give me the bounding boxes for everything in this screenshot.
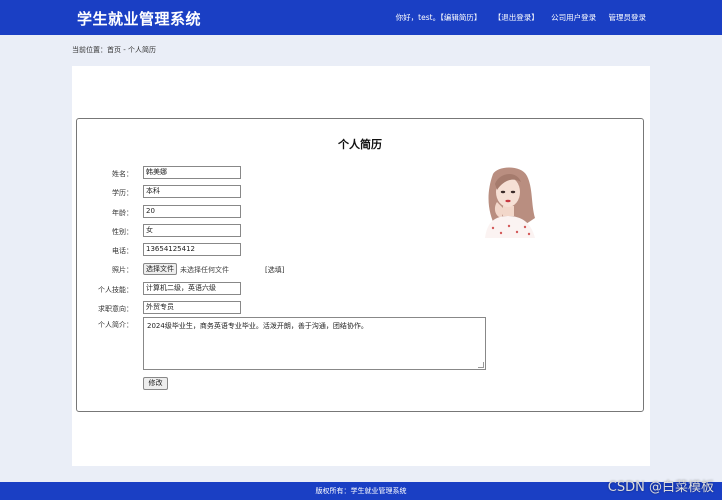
top-nav: 你好，test。【编辑简历】 【退出登录】 公司用户登录 管理员登录	[396, 12, 646, 23]
phone-input[interactable]: 13654125412	[143, 243, 241, 256]
age-label: 年龄：	[112, 209, 133, 217]
nav-admin-login-link[interactable]: 管理员登录	[609, 13, 647, 22]
form-title: 个人简历	[338, 138, 382, 151]
gender-label: 性别：	[112, 228, 133, 236]
top-header: 学生就业管理系统 你好，test。【编辑简历】 【退出登录】 公司用户登录 管理…	[0, 0, 722, 35]
avatar-photo	[485, 167, 535, 238]
choose-file-button[interactable]: 选择文件	[143, 263, 177, 275]
greeting-text: 你好，test。	[395, 13, 441, 22]
intro-textarea[interactable]: 2024级毕业生，商务英语专业毕业。活泼开朗，善于沟通，团结协作。	[143, 317, 486, 370]
age-input[interactable]: 20	[143, 205, 241, 218]
photo-label: 照片：	[112, 266, 133, 274]
resize-grip-icon[interactable]	[478, 362, 484, 368]
photo-optional-note: [选填]	[265, 266, 285, 274]
nav-company-login-link[interactable]: 公司用户登录	[551, 13, 596, 22]
file-status-text: 未选择任何文件	[180, 266, 229, 274]
intention-label: 求职意向：	[98, 305, 133, 313]
intro-label: 个人简介：	[98, 321, 133, 329]
nav-logout-link[interactable]: 【退出登录】	[494, 13, 539, 22]
education-label: 学历：	[112, 189, 133, 197]
phone-label: 电话：	[112, 247, 133, 255]
name-input[interactable]: 韩美娜	[143, 166, 241, 179]
intro-text: 2024级毕业生，商务英语专业毕业。活泼开朗，善于沟通，团结协作。	[147, 322, 368, 330]
gender-input[interactable]: 女	[143, 224, 241, 237]
intention-input[interactable]: 外贸专员	[143, 301, 241, 314]
skills-input[interactable]: 计算机二级，英语六级	[143, 282, 241, 295]
nav-edit-resume-link[interactable]: 【编辑简历】	[440, 13, 481, 22]
skills-label: 个人技能：	[98, 286, 133, 294]
site-title: 学生就业管理系统	[77, 10, 202, 28]
education-input[interactable]: 本科	[143, 185, 241, 198]
csdn-watermark: CSDN @白菜模板	[607, 480, 714, 495]
submit-button[interactable]: 修改	[143, 377, 168, 390]
breadcrumb: 当前位置：首页 - 个人简历	[72, 46, 156, 54]
name-label: 姓名：	[112, 170, 133, 178]
